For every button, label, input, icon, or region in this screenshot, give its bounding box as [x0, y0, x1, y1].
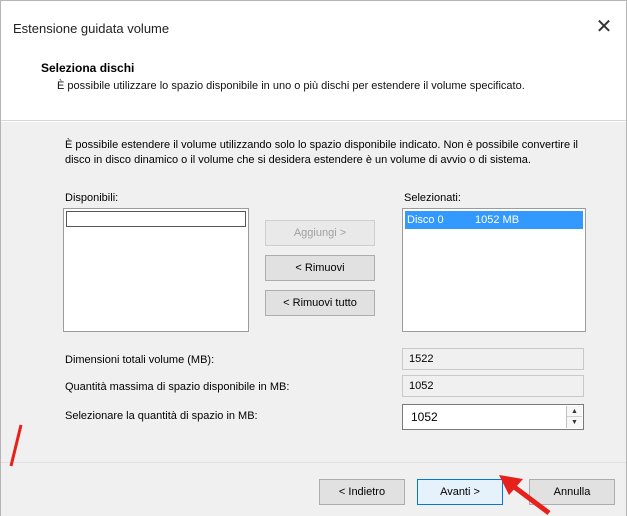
- cancel-button[interactable]: Annulla: [529, 479, 615, 505]
- wizard-footer: < Indietro Avanti > Annulla: [1, 462, 626, 516]
- remove-button[interactable]: < Rimuovi: [265, 255, 375, 281]
- page-description: È possibile utilizzare lo spazio disponi…: [57, 80, 525, 92]
- wizard-window: Estensione guidata volume ✕ Seleziona di…: [0, 0, 627, 516]
- title-bar: Estensione guidata volume ✕: [1, 1, 626, 49]
- available-label: Disponibili:: [65, 192, 119, 204]
- spinner-buttons: ▲ ▼: [566, 406, 582, 428]
- max-space-field: 1052: [402, 375, 584, 397]
- selected-disk-size: 1052 MB: [475, 214, 520, 226]
- selected-list-item[interactable]: Disco 0 1052 MB: [405, 211, 583, 229]
- space-amount-spinner[interactable]: 1052 ▲ ▼: [402, 404, 584, 430]
- selected-label: Selezionati:: [404, 192, 461, 204]
- intro-text: È possibile estendere il volume utilizza…: [65, 139, 579, 166]
- close-icon[interactable]: ✕: [588, 13, 620, 41]
- selected-listbox[interactable]: Disco 0 1052 MB: [402, 208, 586, 332]
- available-listbox[interactable]: [63, 208, 249, 332]
- space-amount-value[interactable]: 1052: [411, 410, 438, 424]
- total-size-label: Dimensioni totali volume (MB):: [65, 354, 215, 366]
- window-title: Estensione guidata volume: [13, 21, 170, 36]
- remove-all-button[interactable]: < Rimuovi tutto: [265, 290, 375, 316]
- back-button[interactable]: < Indietro: [319, 479, 405, 505]
- wizard-header: Seleziona dischi È possibile utilizzare …: [1, 49, 626, 121]
- chevron-up-icon[interactable]: ▲: [567, 406, 582, 417]
- chevron-down-icon[interactable]: ▼: [567, 417, 582, 428]
- next-button[interactable]: Avanti >: [417, 479, 503, 505]
- add-button[interactable]: Aggiungi >: [265, 220, 375, 246]
- total-size-field: 1522: [402, 348, 584, 370]
- select-space-label: Selezionare la quantità di spazio in MB:: [65, 410, 258, 422]
- selected-disk-name: Disco 0: [407, 214, 444, 226]
- page-title: Seleziona dischi: [41, 61, 135, 75]
- max-space-label: Quantità massima di spazio disponibile i…: [65, 381, 290, 393]
- wizard-content: È possibile estendere il volume utilizza…: [1, 122, 626, 462]
- available-list-item[interactable]: [66, 211, 246, 227]
